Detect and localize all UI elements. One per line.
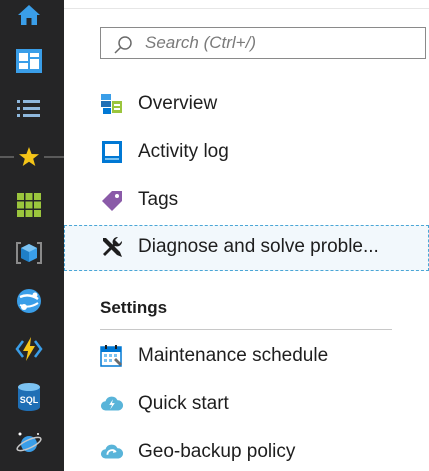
cloud-backup-icon xyxy=(100,440,124,464)
menu-item-label: Quick start xyxy=(138,393,229,414)
search-icon xyxy=(114,36,132,54)
sql-databases-icon[interactable]: SQL xyxy=(14,382,44,412)
menu-item-quick-start[interactable]: Quick start xyxy=(64,382,429,426)
app-services-globe-icon[interactable] xyxy=(14,286,44,316)
cosmos-db-planet-icon[interactable] xyxy=(14,428,44,458)
home-icon[interactable] xyxy=(14,0,44,30)
all-resources-grid-icon[interactable] xyxy=(14,190,44,220)
all-services-list-icon[interactable] xyxy=(14,94,44,124)
top-divider xyxy=(64,8,429,9)
resource-menu-pane: Overview Activity log Tags xyxy=(64,0,429,471)
menu-item-label: Activity log xyxy=(138,141,229,162)
left-nav-rail: SQL xyxy=(0,0,64,471)
cloud-lightning-icon xyxy=(100,392,124,416)
menu-item-overview[interactable]: Overview xyxy=(64,82,429,126)
menu-item-label: Tags xyxy=(138,189,179,210)
activity-log-icon xyxy=(100,140,124,164)
overview-icon xyxy=(100,92,124,116)
wrench-screwdriver-icon xyxy=(100,235,124,259)
menu-item-geo-backup-policy[interactable]: Geo-backup policy xyxy=(64,430,429,471)
menu-item-label: Maintenance schedule xyxy=(138,345,329,366)
menu-item-diagnose-and-solve-problems[interactable]: Diagnose and solve proble... xyxy=(64,225,429,271)
function-apps-bolt-icon[interactable] xyxy=(14,334,44,364)
settings-divider xyxy=(100,329,392,330)
calendar-icon xyxy=(100,344,124,368)
dashboard-icon[interactable] xyxy=(14,46,44,76)
sql-label: SQL xyxy=(20,395,39,405)
menu-item-tags[interactable]: Tags xyxy=(64,178,429,222)
search-box[interactable] xyxy=(100,27,426,59)
menu-item-label: Geo-backup policy xyxy=(138,441,296,462)
app-window: SQL Search (Ctrl+/) Overview Activity lo… xyxy=(0,0,429,471)
menu-item-label: Diagnose and solve proble... xyxy=(138,236,379,257)
resource-groups-cube-icon[interactable] xyxy=(14,238,44,268)
menu-item-label: Overview xyxy=(138,93,218,114)
settings-section-heading: Settings xyxy=(100,298,168,317)
tag-icon xyxy=(100,188,124,212)
favorites-star-icon[interactable] xyxy=(14,142,44,172)
menu-item-activity-log[interactable]: Activity log xyxy=(64,130,429,174)
menu-item-maintenance-schedule[interactable]: Maintenance schedule xyxy=(64,334,429,378)
search-input[interactable] xyxy=(145,28,415,58)
